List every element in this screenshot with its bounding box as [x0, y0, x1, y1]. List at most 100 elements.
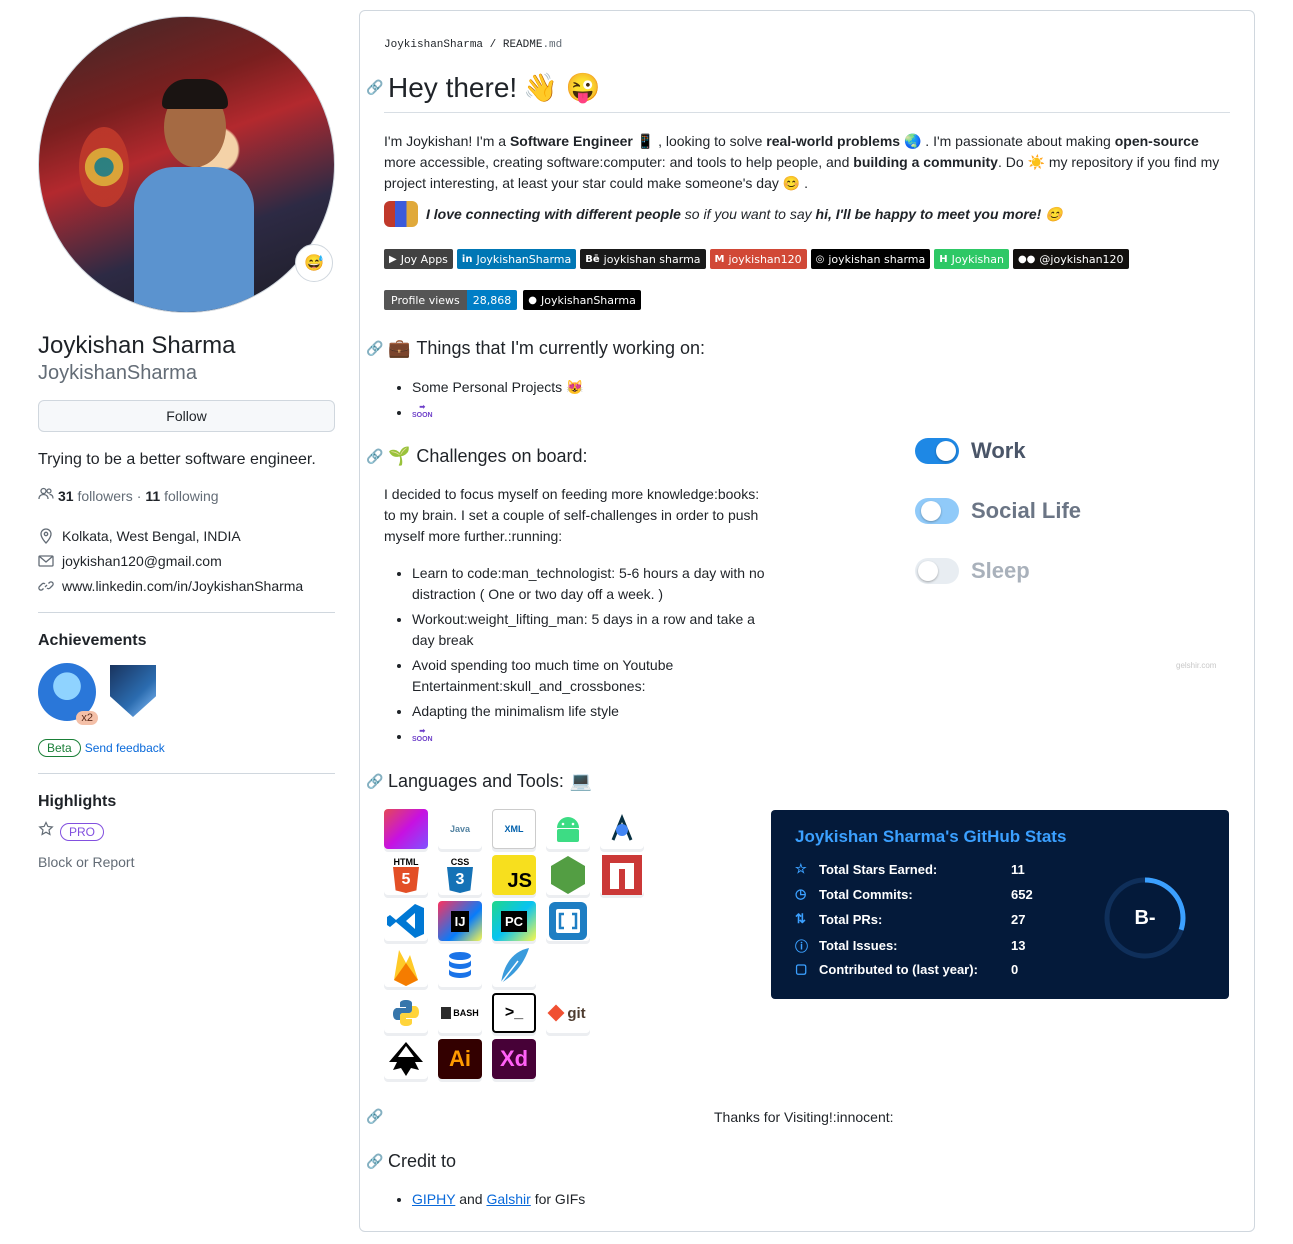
xd-icon[interactable]: Xd: [492, 1039, 536, 1079]
social-badge-label: joykishan120: [728, 252, 802, 266]
toggle-knob: [936, 441, 956, 461]
css-text: CSS: [450, 857, 470, 867]
credit-list: GIPHY and Galshir for GIFs: [412, 1189, 585, 1214]
anchor-link-icon[interactable]: 🔗: [366, 79, 383, 96]
repo-icon: ▢: [795, 961, 808, 976]
social-badge[interactable]: H Joykishan: [934, 249, 1009, 269]
intro-text: I'm Joykishan! I'm a: [384, 133, 510, 149]
pycharm-icon[interactable]: PC: [492, 901, 536, 941]
anchor-link-icon[interactable]: 🔗: [366, 1153, 383, 1170]
bash-icon[interactable]: BASH: [438, 993, 482, 1033]
nodejs-icon[interactable]: [546, 855, 590, 895]
javascript-icon[interactable]: JS: [492, 855, 536, 895]
intro-text: more accessible, creating software:compu…: [384, 154, 854, 170]
profile-bio: Trying to be a better software engineer.: [38, 451, 316, 468]
anchor-link-icon[interactable]: 🔗: [366, 773, 383, 790]
stats-value: 0: [1011, 961, 1019, 977]
avatar[interactable]: [38, 16, 335, 313]
linkedin-icon: in: [461, 253, 473, 265]
profile-views-count: 28,868: [466, 290, 518, 310]
galshir-link[interactable]: Galshir: [486, 1191, 530, 1207]
list-item: ➡SOON: [412, 726, 772, 747]
anchor-link-icon[interactable]: 🔗: [366, 340, 383, 357]
codepen-icon: ◎: [815, 253, 825, 265]
profile-views-badge[interactable]: Profile views 28,868: [384, 290, 518, 310]
giphy-link[interactable]: GIPHY: [412, 1191, 455, 1207]
list-item: Workout:weight_lifting_man: 5 days in a …: [412, 609, 772, 651]
email-link[interactable]: joykishan120@gmail.com: [62, 553, 222, 569]
intro-bold: real-world problems: [766, 133, 901, 149]
behance-icon: Bē: [585, 253, 600, 265]
profile-full-name: Joykishan Sharma: [38, 332, 236, 359]
location-icon: [38, 527, 54, 544]
git-icon[interactable]: git: [546, 993, 590, 1033]
credit-heading: 🔗 Credit to: [366, 1151, 456, 1172]
social-badge[interactable]: in JoykishanSharma: [456, 249, 577, 269]
seedling-icon: 🌱: [388, 446, 411, 466]
status-emoji-button[interactable]: 😅: [295, 244, 333, 282]
website-item[interactable]: www.linkedin.com/in/JoykishanSharma: [38, 573, 335, 598]
stats-value: 652: [1011, 886, 1033, 902]
send-feedback-link[interactable]: Send feedback: [85, 741, 165, 755]
medium-icon: ●●: [1017, 253, 1036, 265]
github-badge[interactable]: ● JoykishanSharma: [523, 290, 641, 310]
anchor-link-icon[interactable]: 🔗: [366, 448, 383, 465]
languages-heading-text: Languages and Tools:: [388, 771, 564, 791]
stats-row: ⓘ Total Issues: 13: [795, 936, 1025, 955]
following-count: 11: [145, 487, 161, 504]
java-icon[interactable]: Java: [438, 809, 482, 849]
achievement-badge-arctic[interactable]: [110, 665, 156, 717]
html5-icon[interactable]: HTML 5: [384, 855, 428, 895]
brackets-icon[interactable]: [546, 901, 590, 941]
intellij-icon[interactable]: IJ: [438, 901, 482, 941]
intro-bold: open-source: [1114, 133, 1199, 149]
npm-icon[interactable]: [600, 855, 644, 895]
social-badge[interactable]: Mjoykishan120: [709, 249, 807, 269]
achievements-feedback-row: Beta Send feedback: [38, 739, 335, 757]
feather-icon[interactable]: [492, 947, 536, 987]
challenges-heading: 🔗 🌱 Challenges on board:: [366, 446, 588, 467]
toggle-row: Work: [915, 421, 1081, 481]
inkscape-icon[interactable]: [384, 1039, 428, 1079]
social-badge[interactable]: Bē joykishan sharma: [580, 249, 706, 269]
following-label: following: [164, 487, 219, 504]
soon-text: SOON: [412, 412, 433, 419]
terminal-icon[interactable]: >_: [492, 993, 536, 1033]
vscode-icon[interactable]: [384, 901, 428, 941]
css3-icon[interactable]: CSS 3: [438, 855, 482, 895]
social-badge-label: joykishan sharma: [828, 252, 926, 266]
block-or-report-link[interactable]: Block or Report: [38, 854, 335, 870]
social-badge[interactable]: ●● @joykishan120: [1012, 249, 1129, 269]
connect-text: I love connecting with different people …: [426, 206, 1063, 223]
readme-path-user[interactable]: JoykishanSharma: [384, 39, 483, 51]
python-icon[interactable]: [384, 993, 428, 1033]
achievements-title[interactable]: Achievements: [38, 632, 335, 650]
database-icon[interactable]: [438, 947, 482, 987]
website-link[interactable]: www.linkedin.com/in/JoykishanSharma: [62, 578, 303, 594]
toggle-switch-social: [915, 498, 959, 524]
firebase-icon[interactable]: [384, 947, 428, 987]
toggle-label: Social Life: [971, 498, 1082, 523]
stats-value: 13: [1011, 938, 1026, 953]
kotlin-icon[interactable]: [384, 809, 428, 849]
ij-text: IJ: [450, 910, 470, 932]
xml-icon[interactable]: XML: [492, 809, 536, 849]
avatar-figure-hair: [162, 79, 228, 109]
android-icon[interactable]: [546, 809, 590, 849]
illustrator-icon[interactable]: Ai: [438, 1039, 482, 1079]
followers-link[interactable]: 31 followers: [58, 488, 133, 504]
star-icon: [38, 821, 54, 842]
stats-row: ◷ Total Commits: 652: [795, 886, 1033, 902]
social-badge[interactable]: ▶ Joy Apps: [384, 249, 453, 269]
social-badge-label: joykishan sharma: [603, 252, 701, 266]
following-link[interactable]: 11 following: [145, 488, 218, 504]
achievement-badge-shark[interactable]: x2: [38, 663, 98, 725]
follow-button[interactable]: Follow: [38, 400, 335, 432]
social-badge[interactable]: ◎ joykishan sharma: [810, 249, 931, 269]
android-studio-icon[interactable]: [600, 809, 644, 849]
pull-request-icon: ⇅: [795, 911, 806, 926]
email-item[interactable]: joykishan120@gmail.com: [38, 548, 335, 573]
stats-label: Contributed to (last year):: [819, 961, 978, 977]
anchor-link-icon[interactable]: 🔗: [366, 1108, 383, 1125]
sidebar-divider: [38, 773, 335, 774]
